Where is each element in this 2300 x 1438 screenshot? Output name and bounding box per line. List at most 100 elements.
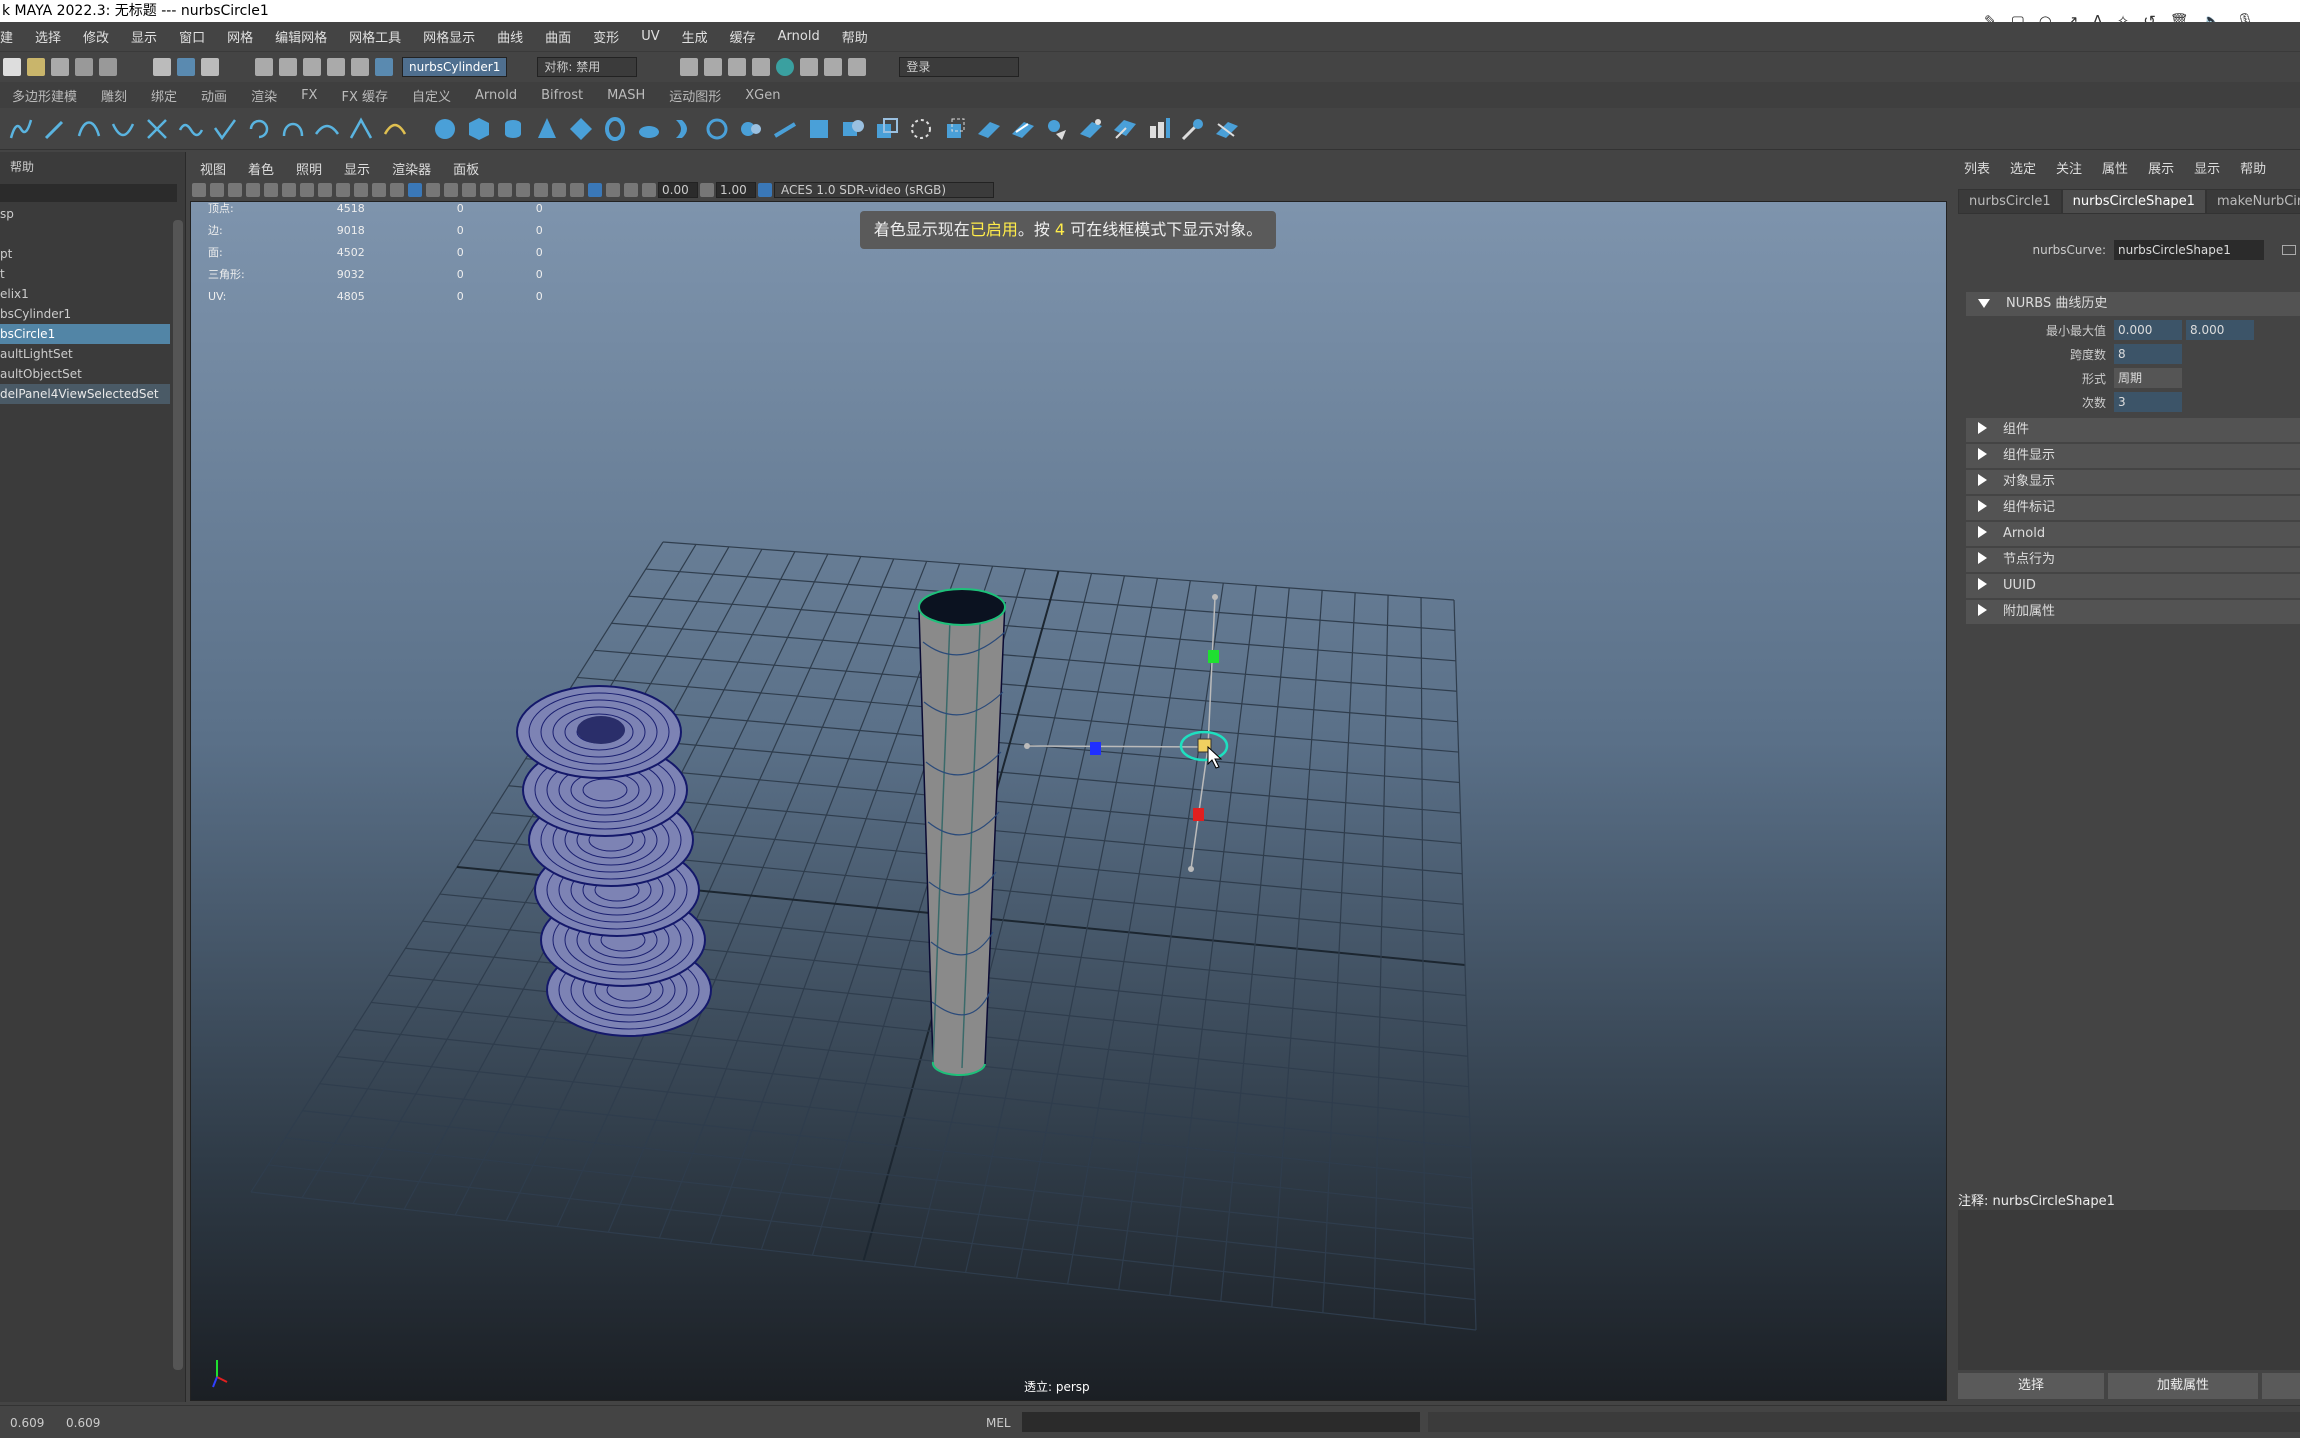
menu-item[interactable]: 建 (0, 27, 13, 46)
rebuild-curve-icon[interactable] (382, 116, 408, 142)
arnold-render-icon[interactable] (824, 58, 843, 76)
ae-menu-item[interactable]: 帮助 (2240, 158, 2266, 177)
ae-menu-item[interactable]: 展示 (2148, 158, 2174, 177)
shelf-tab[interactable]: 雕刻 (89, 86, 139, 105)
notes-textarea[interactable] (1958, 1210, 2300, 1370)
render-sequence-icon[interactable] (704, 58, 723, 76)
open-file-icon[interactable] (27, 58, 45, 76)
load-attributes-button[interactable]: 加载属性 (2108, 1373, 2258, 1399)
viewport-menu-item[interactable]: 着色 (248, 159, 274, 178)
spans-field[interactable]: 8 (2114, 344, 2182, 364)
image-plane-icon[interactable] (264, 183, 278, 197)
menu-item[interactable]: 生成 (682, 27, 708, 46)
menu-item[interactable]: 显示 (131, 27, 157, 46)
section-component-tags[interactable]: 组件标记 (1966, 496, 2300, 520)
menu-item[interactable]: 编辑网格 (275, 27, 327, 46)
shelf-tab[interactable]: Bifrost (529, 88, 595, 103)
ae-menu-item[interactable]: 关注 (2056, 158, 2082, 177)
outliner-item-view-selected-set[interactable]: delPanel4ViewSelectedSet (0, 384, 170, 404)
outliner-item[interactable]: pt (0, 244, 170, 264)
snap-point-icon[interactable] (303, 58, 321, 76)
stitch-icon[interactable] (1078, 116, 1104, 142)
form-dropdown[interactable]: 周期 (2114, 368, 2182, 388)
wireframe-on-shaded-icon[interactable] (444, 183, 458, 197)
select-hierarchy-icon[interactable] (153, 58, 171, 76)
outliner-item[interactable] (0, 224, 170, 244)
viewport-menu-item[interactable]: 面板 (453, 159, 479, 178)
shelf-tab[interactable]: Arnold (463, 88, 529, 103)
exposure-field[interactable]: 0.00 (658, 182, 698, 198)
film-gate-icon[interactable] (300, 183, 314, 197)
project-curve-icon[interactable] (1214, 116, 1240, 142)
symmetry-dropdown[interactable]: 对称: 禁用 (537, 57, 638, 77)
menu-item[interactable]: 变形 (593, 27, 619, 46)
min-value-field[interactable]: 0.000 (2114, 320, 2182, 340)
offset-surface-icon[interactable] (976, 116, 1002, 142)
xray-components-icon[interactable] (624, 183, 638, 197)
ae-menu-item[interactable]: 显示 (2194, 158, 2220, 177)
shadows-icon[interactable] (498, 183, 512, 197)
shelf-tab[interactable]: XGen (733, 88, 792, 103)
safe-action-icon[interactable] (372, 183, 386, 197)
section-nurbs-history[interactable]: NURBS 曲线历史 (1966, 292, 2300, 316)
shelf-tab[interactable]: 运动图形 (657, 86, 733, 105)
ae-menu-item[interactable]: 属性 (2102, 158, 2128, 177)
textured-icon[interactable] (462, 183, 476, 197)
menu-item[interactable]: 曲面 (545, 27, 571, 46)
attach-curve-icon[interactable] (348, 116, 374, 142)
resolution-gate-icon[interactable] (318, 183, 332, 197)
extrude-icon[interactable] (738, 116, 764, 142)
color-management-icon[interactable] (758, 183, 772, 197)
xray-icon[interactable] (588, 183, 602, 197)
nurbs-plane-icon[interactable] (568, 116, 594, 142)
menu-item[interactable]: 网格工具 (349, 27, 401, 46)
bezier-curve-icon[interactable] (76, 116, 102, 142)
render-current-icon[interactable] (680, 58, 699, 76)
attach-surface-icon[interactable] (1112, 116, 1138, 142)
make-live-icon[interactable] (375, 58, 393, 76)
snap-grid-icon[interactable] (255, 58, 273, 76)
extend-surface-icon[interactable] (942, 116, 968, 142)
select-object-icon[interactable] (177, 58, 195, 76)
bookmark-icon[interactable] (246, 183, 260, 197)
section-extra-attributes[interactable]: 附加属性 (1966, 600, 2300, 624)
menu-item[interactable]: 网格 (227, 27, 253, 46)
exposure-icon[interactable] (642, 183, 656, 197)
3d-viewport[interactable] (190, 201, 1947, 1401)
shelf-tab[interactable]: FX 缓存 (329, 86, 400, 105)
wireframe-icon[interactable] (408, 183, 422, 197)
revolve-icon[interactable] (636, 116, 662, 142)
untrim-icon[interactable] (1044, 116, 1070, 142)
pencil-curve-icon[interactable] (42, 116, 68, 142)
gate-mask-icon[interactable] (336, 183, 350, 197)
menu-item[interactable]: 曲线 (497, 27, 523, 46)
loft-icon[interactable] (670, 116, 696, 142)
birail-icon[interactable] (772, 116, 798, 142)
section-component-display[interactable]: 组件显示 (1966, 444, 2300, 468)
gamma-icon[interactable] (700, 183, 714, 197)
login-dropdown[interactable]: 登录 (899, 57, 1020, 77)
focus-icon[interactable] (2282, 245, 2296, 255)
viewport-menu-item[interactable]: 显示 (344, 159, 370, 178)
snap-view-icon[interactable] (327, 58, 345, 76)
nurbs-cylinder-icon[interactable] (500, 116, 526, 142)
tab-nurbs-circle[interactable]: nurbsCircle1 (1958, 189, 2062, 214)
grid-icon[interactable] (282, 183, 296, 197)
shelf-tab[interactable]: 绑定 (139, 86, 189, 105)
pause-icon[interactable] (848, 58, 867, 76)
ae-menu-item[interactable]: 列表 (1964, 158, 1990, 177)
nurbs-torus-icon[interactable] (602, 116, 628, 142)
mel-label[interactable]: MEL (986, 1416, 1011, 1430)
xray-joints-icon[interactable] (606, 183, 620, 197)
snap-surface-icon[interactable] (351, 58, 369, 76)
view-transform-dropdown[interactable]: ACES 1.0 SDR-video (sRGB) (774, 182, 994, 198)
gamma-field[interactable]: 1.00 (716, 182, 756, 198)
outliner-item-object-set[interactable]: aultObjectSet (0, 364, 170, 384)
loop-curve-icon[interactable] (280, 116, 306, 142)
isolate-select-icon[interactable] (570, 183, 584, 197)
menu-item[interactable]: 修改 (83, 27, 109, 46)
sculpt-tool-icon[interactable] (1180, 116, 1206, 142)
outliner-help-menu[interactable]: 帮助 (0, 152, 185, 182)
wave-curve-icon[interactable] (178, 116, 204, 142)
section-node-behavior[interactable]: 节点行为 (1966, 548, 2300, 572)
